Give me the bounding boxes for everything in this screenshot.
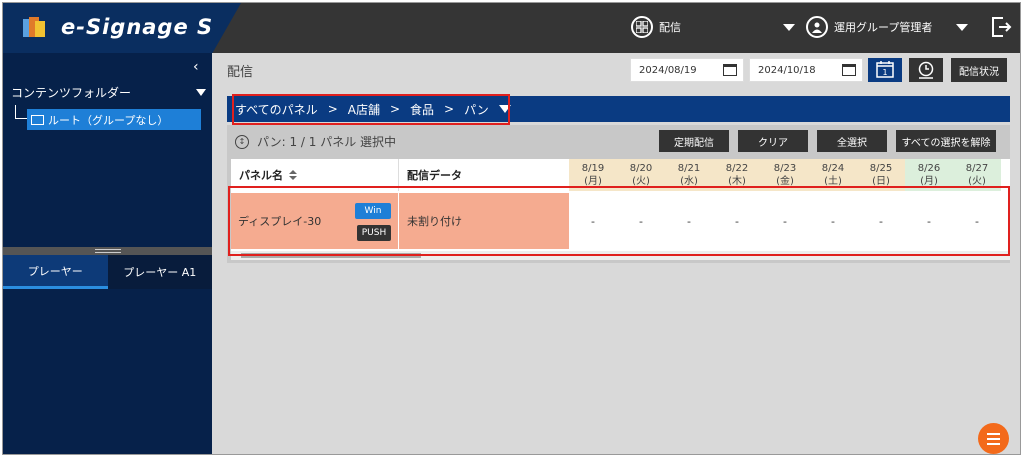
hamburger-line xyxy=(987,432,1000,435)
page-title: 配信 xyxy=(227,65,254,80)
row-highlight-box xyxy=(228,186,1010,256)
calendar-day-icon: 1 xyxy=(876,61,894,78)
content-folder-header[interactable]: コンテンツフォルダー xyxy=(3,81,212,103)
folder-icon xyxy=(31,114,44,125)
breadcrumb-highlight-box xyxy=(232,94,510,125)
date-label: 8/20 xyxy=(629,163,653,174)
user-menu[interactable]: 運用グループ管理者 xyxy=(806,16,932,38)
app-window: e-Signage S 配信 運用グループ管理者 ‹ コンテンツフォルダー ルー… xyxy=(2,2,1021,455)
user-label: 運用グループ管理者 xyxy=(834,21,933,34)
brand-logo-icon xyxy=(23,17,45,37)
hamburger-line xyxy=(987,437,1000,440)
sort-icon[interactable] xyxy=(289,170,297,180)
chevron-down-icon[interactable] xyxy=(783,24,795,31)
sidebar: ‹ コンテンツフォルダー ルート（グループなし） プレーヤー プレーヤー A1 xyxy=(3,53,212,454)
calendar-icon[interactable] xyxy=(723,64,737,76)
date-from-value: 2024/08/19 xyxy=(639,64,697,76)
date-to-field[interactable]: 2024/10/18 xyxy=(749,58,863,82)
brand-name: e-Signage S xyxy=(61,15,214,39)
chevron-left-icon[interactable]: ‹ xyxy=(193,59,199,75)
tab-player-a1[interactable]: プレーヤー A1 xyxy=(107,255,212,289)
tree-item-root[interactable]: ルート（グループなし） xyxy=(27,109,201,130)
date-label: 8/27 xyxy=(965,163,989,174)
expand-collapse-icon[interactable]: ↕ xyxy=(235,134,249,149)
folder-header-label: コンテンツフォルダー xyxy=(11,85,132,100)
selection-status: ↕ パン: 1 / 1 パネル 選択中 xyxy=(235,133,396,150)
tree-item-label: ルート（グループなし） xyxy=(48,113,169,127)
calendar-icon[interactable] xyxy=(842,64,856,76)
scheduled-delivery-button[interactable]: 定期配信 xyxy=(659,130,729,152)
player-tabs: プレーヤー プレーヤー A1 xyxy=(3,255,212,289)
chevron-down-icon[interactable] xyxy=(196,89,206,96)
deselect-all-button[interactable]: すべての選択を解除 xyxy=(896,130,996,152)
date-from-field[interactable]: 2024/08/19 xyxy=(630,58,744,82)
date-to-value: 2024/10/18 xyxy=(758,64,816,76)
selection-status-text: パン: 1 / 1 パネル 選択中 xyxy=(257,135,397,149)
clock-icon xyxy=(918,61,934,79)
calendar-day-number: 1 xyxy=(882,68,887,77)
delivery-label: 配信 xyxy=(659,21,681,34)
splitter-grip-icon[interactable] xyxy=(95,249,121,253)
top-bar: e-Signage S 配信 運用グループ管理者 xyxy=(3,3,1020,53)
delivery-status-button[interactable]: 配信状況 xyxy=(951,58,1007,82)
calendar-view-button[interactable]: 1 xyxy=(868,58,902,82)
chevron-down-icon[interactable] xyxy=(956,24,968,31)
select-all-button[interactable]: 全選択 xyxy=(817,130,887,152)
date-label: 8/25 xyxy=(869,163,893,174)
date-label: 8/19 xyxy=(581,163,605,174)
date-label: 8/21 xyxy=(677,163,701,174)
user-icon xyxy=(806,16,828,38)
hamburger-line xyxy=(987,442,1000,445)
tab-player[interactable]: プレーヤー xyxy=(3,255,108,289)
delivery-icon xyxy=(631,16,653,38)
column-header-panel-name-label: パネル名 xyxy=(239,169,283,182)
date-label: 8/24 xyxy=(821,163,845,174)
menu-fab-button[interactable] xyxy=(978,423,1009,454)
sidebar-splitter[interactable] xyxy=(3,247,212,255)
clear-button[interactable]: クリア xyxy=(738,130,808,152)
main-content: 配信 2024/08/19 2024/10/18 1 配信状況 すべてのパネル … xyxy=(212,53,1020,454)
date-label: 8/22 xyxy=(725,163,749,174)
time-view-button[interactable] xyxy=(909,58,943,82)
brand-area[interactable]: e-Signage S xyxy=(3,3,241,53)
date-label: 8/26 xyxy=(917,163,941,174)
date-label: 8/23 xyxy=(773,163,797,174)
tree-connector xyxy=(15,105,27,119)
logout-icon[interactable] xyxy=(989,15,1013,39)
delivery-menu[interactable]: 配信 xyxy=(631,16,681,38)
